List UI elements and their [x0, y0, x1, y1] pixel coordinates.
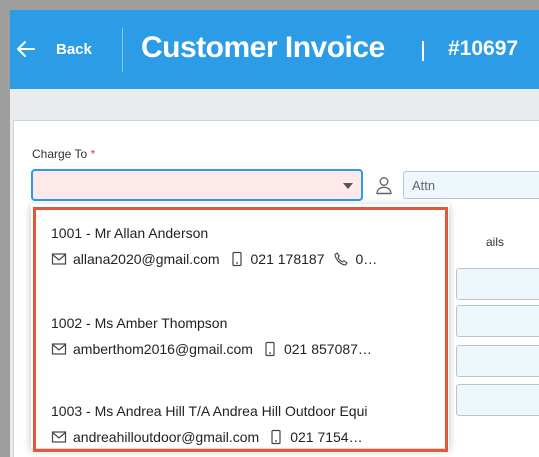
email-icon [51, 431, 67, 443]
dropdown-option[interactable]: 1001 - Mr Allan Anderson allana2020@gmai… [31, 215, 436, 287]
option-title: 1001 - Mr Allan Anderson [51, 225, 209, 241]
person-icon[interactable] [374, 175, 394, 195]
option-contact-details: amberthom2016@gmail.com 021 857087… [51, 341, 431, 357]
attn-input[interactable] [403, 171, 539, 199]
charge-to-label-text: Charge To [32, 147, 88, 161]
option-email: allana2020@gmail.com [73, 251, 220, 267]
dropdown-option[interactable]: 1002 - Ms Amber Thompson amberthom2016@g… [31, 305, 436, 377]
mobile-icon [231, 251, 242, 267]
phone-icon [334, 252, 349, 266]
option-title: 1003 - Ms Andrea Hill T/A Andrea Hill Ou… [51, 403, 368, 419]
background-field[interactable] [456, 268, 539, 300]
app-header: Back Customer Invoice #10697 [10, 10, 539, 89]
email-icon [51, 343, 67, 355]
mobile-icon [265, 341, 275, 357]
charge-to-label: Charge To * [32, 147, 95, 161]
option-email: amberthom2016@gmail.com [73, 341, 253, 357]
required-marker: * [90, 147, 96, 161]
customer-dropdown-list: 1001 - Mr Allan Anderson allana2020@gmai… [31, 204, 449, 448]
mobile-icon [271, 429, 281, 445]
back-button[interactable]: Back [14, 34, 92, 64]
header-divider [122, 28, 123, 72]
chevron-down-icon[interactable] [343, 183, 353, 189]
background-field[interactable] [456, 305, 539, 337]
email-icon [51, 253, 67, 265]
option-phone: 0… [355, 251, 378, 267]
background-field[interactable] [456, 384, 539, 416]
invoice-number: #10697 [448, 37, 519, 60]
back-label: Back [56, 40, 92, 58]
charge-to-select[interactable] [31, 169, 363, 201]
option-title: 1002 - Ms Amber Thompson [51, 315, 228, 331]
option-contact-details: allana2020@gmail.com 021 178187 0… [51, 251, 431, 267]
details-label: ails [486, 235, 505, 249]
option-email: andreahilloutdoor@gmail.com [73, 429, 260, 445]
option-mobile: 021 7154… [290, 429, 363, 445]
option-mobile: 021 178187 [250, 251, 325, 267]
page-title: Customer Invoice [141, 31, 385, 64]
background-field[interactable] [456, 345, 539, 377]
option-contact-details: andreahilloutdoor@gmail.com 021 7154… [51, 429, 431, 445]
header-divider [422, 41, 424, 61]
arrow-left-icon [17, 41, 35, 57]
option-mobile: 021 857087… [283, 341, 372, 357]
dropdown-option[interactable]: 1003 - Ms Andrea Hill T/A Andrea Hill Ou… [31, 393, 436, 448]
